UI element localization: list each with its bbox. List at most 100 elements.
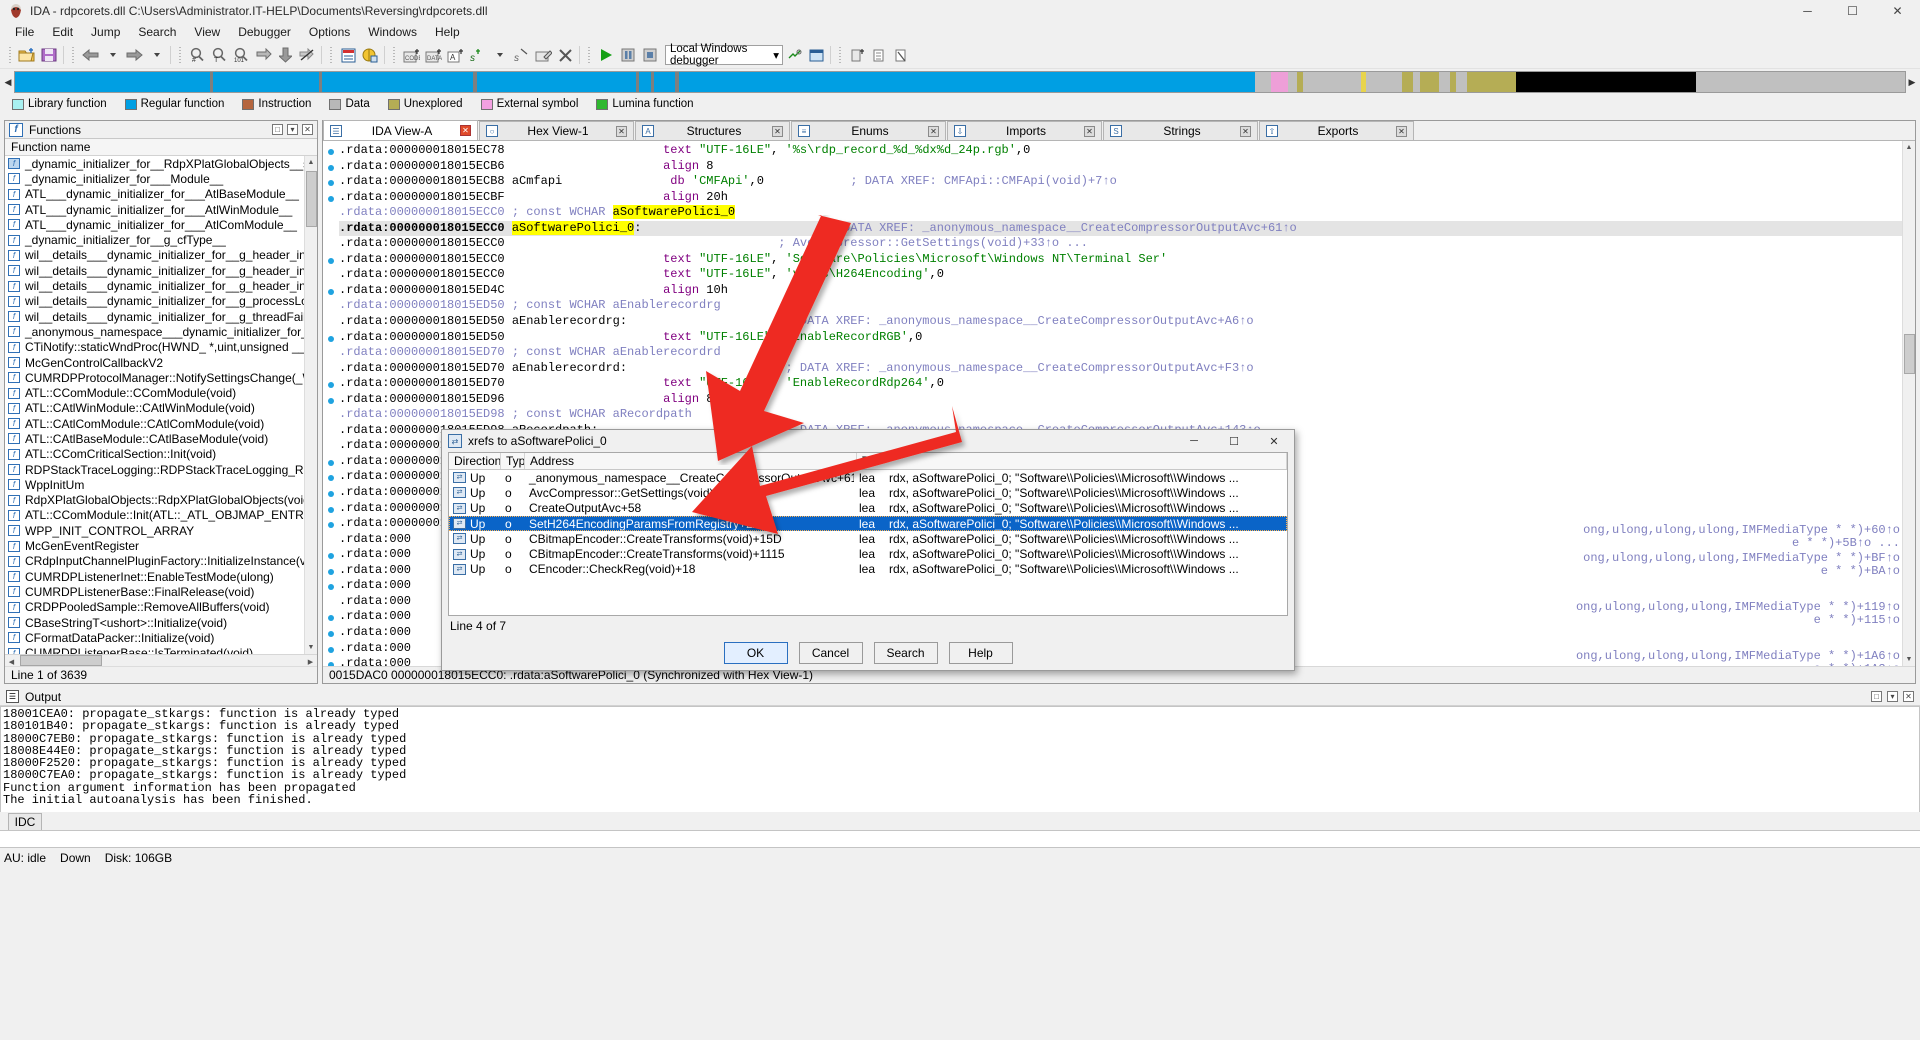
function-list-item[interactable]: fATL___dynamic_initializer_for___AtlWinM… bbox=[5, 202, 304, 217]
idc-tab[interactable]: IDC bbox=[8, 813, 42, 830]
function-list-item[interactable]: fCBaseStringT<ushort>::Initialize(void) bbox=[5, 615, 304, 630]
function-list-item[interactable]: fCRDPPooledSample::RemoveAllBuffers(void… bbox=[5, 600, 304, 615]
function-list-item[interactable]: fCUMRDPListenerBase::FinalRelease(void) bbox=[5, 584, 304, 599]
scroll-down-icon[interactable]: ▼ bbox=[305, 641, 318, 654]
disassembly-line[interactable]: .rdata:000000018015ECC0 ; const WCHAR aS… bbox=[339, 205, 1902, 221]
disassembly-line[interactable]: .rdata:000000018015ECC0 aSoftwarePolici_… bbox=[339, 221, 1902, 237]
disassembly-line[interactable]: .rdata:000000018015ED4C align 10h bbox=[339, 283, 1902, 299]
disassembly-line[interactable]: .rdata:000000018015ED70 aEnablerecordrd:… bbox=[339, 361, 1902, 377]
nav-scroll-left[interactable]: ◀ bbox=[2, 71, 14, 93]
pause-debugger-icon[interactable] bbox=[617, 44, 639, 66]
nav-segment[interactable] bbox=[1402, 72, 1413, 92]
function-list-item[interactable]: fATL::CComModule::CComModule(void) bbox=[5, 385, 304, 400]
function-list-item[interactable]: fATL::CAtlBaseModule::CAtlBaseModule(voi… bbox=[5, 431, 304, 446]
toolbar-grip-3[interactable] bbox=[177, 45, 183, 65]
nav-segment[interactable] bbox=[1288, 72, 1297, 92]
undefine-icon[interactable]: s bbox=[510, 44, 532, 66]
breakpoint-dot-icon[interactable] bbox=[328, 584, 334, 590]
back-dropdown-icon[interactable] bbox=[101, 44, 123, 66]
output-log[interactable]: 18001CEA0: propagate_stkargs: function i… bbox=[0, 706, 1920, 818]
tab-exports[interactable]: ⇧Exports✕ bbox=[1259, 121, 1414, 140]
tab-strings[interactable]: SStrings✕ bbox=[1103, 121, 1258, 140]
toolbar-grip-4[interactable] bbox=[328, 45, 334, 65]
function-list-item[interactable]: fCRdpInputChannelPluginFactory::Initiali… bbox=[5, 554, 304, 569]
function-list-item[interactable]: fATL::CComCriticalSection::Init(void) bbox=[5, 447, 304, 462]
xrefs-table-row[interactable]: ⇄UpoCBitmapEncoder::CreateTransforms(voi… bbox=[449, 546, 1287, 561]
disassembly-line[interactable]: .rdata:000000018015ECC0 ; AvcCompressor:… bbox=[339, 236, 1902, 252]
disassembly-line[interactable]: .rdata:000000018015ED50 ; const WCHAR aE… bbox=[339, 298, 1902, 314]
tab-hex-view-1[interactable]: ○Hex View-1✕ bbox=[479, 121, 634, 140]
search-bytes-icon[interactable]: 101 bbox=[230, 44, 252, 66]
function-list-item[interactable]: f_dynamic_initializer_for__g_cfType__ bbox=[5, 232, 304, 247]
nav-segment[interactable] bbox=[1303, 72, 1362, 92]
output-menu-icon[interactable]: ▾ bbox=[1887, 691, 1898, 702]
menu-item-edit[interactable]: Edit bbox=[43, 23, 82, 41]
make-code-icon[interactable]: CODE bbox=[400, 44, 422, 66]
functions-horizontal-scrollbar[interactable]: ◀ ▶ bbox=[5, 654, 317, 666]
breakpoint-list-icon[interactable] bbox=[868, 44, 890, 66]
menu-item-jump[interactable]: Jump bbox=[82, 23, 129, 41]
function-list-item[interactable]: fATL::CComModule::Init(ATL::_ATL_OBJMAP_… bbox=[5, 508, 304, 523]
tab-imports[interactable]: ⇩Imports✕ bbox=[947, 121, 1102, 140]
xrefs-table-row[interactable]: ⇄UpoCBitmapEncoder::CreateTransforms(voi… bbox=[449, 531, 1287, 546]
nav-segment[interactable] bbox=[477, 72, 636, 92]
panel-float-icon[interactable]: □ bbox=[272, 124, 283, 135]
disassembly-line[interactable]: .rdata:000000018015ED50 aEnablerecordrg:… bbox=[339, 314, 1902, 330]
function-list-item[interactable]: fATL::CAtlComModule::CAtlComModule(void) bbox=[5, 416, 304, 431]
debugger-selector[interactable]: Local Windows debugger ▾ bbox=[665, 45, 783, 65]
menu-item-help[interactable]: Help bbox=[426, 23, 469, 41]
xrefs-table-body[interactable]: ⇄Upo_anonymous_namespace__CreateCompress… bbox=[449, 470, 1287, 577]
functions-vertical-scrollbar[interactable]: ▲ ▼ bbox=[304, 156, 317, 654]
function-list-item[interactable]: fRDPStackTraceLogging::RDPStackTraceLogg… bbox=[5, 462, 304, 477]
scroll-track[interactable] bbox=[1903, 154, 1916, 653]
forward-arrow-icon[interactable] bbox=[123, 44, 145, 66]
pseudocode-icon[interactable] bbox=[359, 44, 381, 66]
function-list-item[interactable]: fWppInitUm bbox=[5, 477, 304, 492]
run-debugger-icon[interactable] bbox=[595, 44, 617, 66]
nav-segment[interactable] bbox=[639, 72, 650, 92]
panel-menu-icon[interactable]: ▾ bbox=[287, 124, 298, 135]
scroll-down-icon[interactable]: ▼ bbox=[1903, 653, 1916, 666]
breakpoint-dot-icon[interactable] bbox=[328, 522, 334, 528]
xrefs-dialog[interactable]: ⇄ xrefs to aSoftwarePolici_0 ─ ☐ ✕ Direc… bbox=[441, 429, 1295, 671]
nav-segment[interactable] bbox=[1516, 72, 1696, 92]
toolbar-grip-7[interactable] bbox=[837, 45, 843, 65]
menu-item-search[interactable]: Search bbox=[129, 23, 185, 41]
make-data-icon[interactable]: DATA bbox=[422, 44, 444, 66]
function-list-item[interactable]: fRdpXPlatGlobalObjects::RdpXPlatGlobalOb… bbox=[5, 493, 304, 508]
breakpoint-dot-icon[interactable] bbox=[328, 149, 334, 155]
output-float-icon[interactable]: □ bbox=[1871, 691, 1882, 702]
down-arrow-icon[interactable] bbox=[274, 44, 296, 66]
close-icon[interactable]: ✕ bbox=[772, 126, 783, 137]
function-list-item[interactable]: fCFormatDataPacker::Initialize(void) bbox=[5, 630, 304, 645]
jump-icon[interactable] bbox=[252, 44, 274, 66]
function-list-item[interactable]: fATL___dynamic_initializer_for___AtlBase… bbox=[5, 187, 304, 202]
function-list-item[interactable]: fCUMRDPListenerBase::IsTerminated(void) bbox=[5, 646, 304, 655]
nav-scroll-right[interactable]: ▶ bbox=[1906, 71, 1918, 93]
function-list-item[interactable]: fWPP_INIT_CONTROL_ARRAY bbox=[5, 523, 304, 538]
nav-segment[interactable] bbox=[1255, 72, 1270, 92]
make-struct-dropdown-icon[interactable] bbox=[488, 44, 510, 66]
nav-segment[interactable] bbox=[213, 72, 319, 92]
function-list-item[interactable]: fCUMRDPProtocolManager::NotifySettingsCh… bbox=[5, 370, 304, 385]
breakpoint-dot-icon[interactable] bbox=[328, 196, 334, 202]
breakpoint-dot-icon[interactable] bbox=[328, 336, 334, 342]
function-list-item[interactable]: fwil__details___dynamic_initializer_for_… bbox=[5, 309, 304, 324]
function-list-item[interactable]: fATL___dynamic_initializer_for___AtlComM… bbox=[5, 217, 304, 232]
graph-view-icon[interactable] bbox=[337, 44, 359, 66]
disassembly-line[interactable]: .rdata:000000018015ECBF align 20h bbox=[339, 190, 1902, 206]
breakpoint-dot-icon[interactable] bbox=[328, 382, 334, 388]
function-list-item[interactable]: f_dynamic_initializer_for__RdpXPlatGloba… bbox=[5, 156, 304, 171]
nav-segment[interactable] bbox=[15, 72, 210, 92]
function-list-item[interactable]: fwil__details___dynamic_initializer_for_… bbox=[5, 294, 304, 309]
close-icon[interactable]: ✕ bbox=[1396, 126, 1407, 137]
breakpoint-dot-icon[interactable] bbox=[328, 631, 334, 637]
toolbar-grip-5[interactable] bbox=[391, 45, 397, 65]
functions-column-header[interactable]: Function name bbox=[5, 139, 317, 156]
nav-segment[interactable] bbox=[1439, 72, 1450, 92]
disassembly-line[interactable]: .rdata:000000018015ECC0 text "UTF-16LE",… bbox=[339, 252, 1902, 268]
scroll-up-icon[interactable]: ▲ bbox=[1903, 141, 1916, 154]
navigation-band[interactable] bbox=[14, 71, 1906, 93]
nav-segment[interactable] bbox=[1456, 72, 1467, 92]
scroll-thumb[interactable] bbox=[306, 171, 317, 227]
